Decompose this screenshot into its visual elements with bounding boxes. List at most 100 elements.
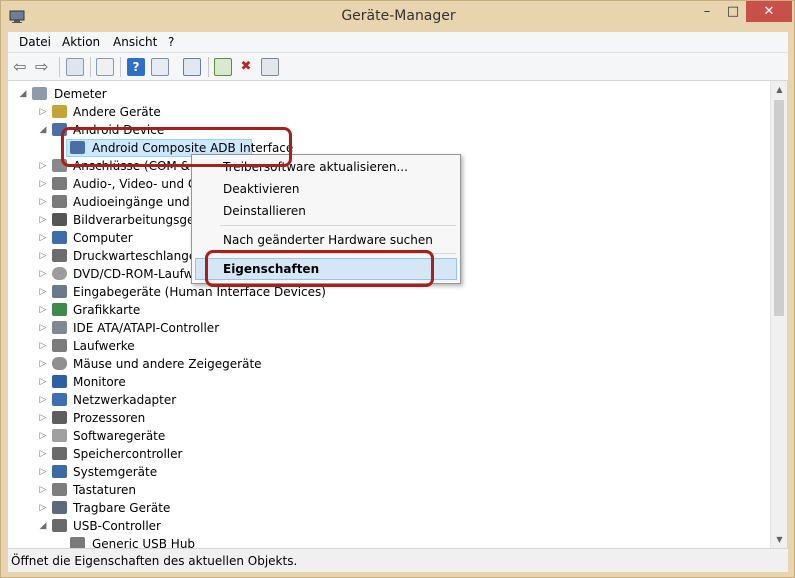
input-device-icon — [52, 285, 67, 298]
menu-ansicht[interactable]: Ansicht — [113, 35, 157, 49]
window-title: Geräte-Manager — [341, 8, 456, 24]
list-view-icon[interactable] — [96, 58, 114, 76]
expand-arrow-icon[interactable]: ▷ — [38, 265, 48, 283]
usb-controller-icon — [52, 519, 67, 532]
expand-arrow-icon[interactable]: ▷ — [38, 301, 48, 319]
camera-icon — [52, 213, 67, 226]
maximize-button[interactable]: □ — [720, 1, 746, 22]
expand-arrow-icon[interactable]: ▷ — [38, 283, 48, 301]
toolbar-separator — [208, 57, 209, 77]
menu-item-uninstall[interactable]: Deinstallieren — [223, 204, 306, 218]
close-button[interactable]: ✕ — [746, 1, 792, 22]
usb-hub-icon — [70, 537, 85, 548]
toolbar-separator — [120, 57, 121, 77]
scan-hardware-icon[interactable] — [183, 58, 201, 76]
menu-item-scan-hardware[interactable]: Nach geänderter Hardware suchen — [223, 233, 433, 247]
tree-item-label: Systemgeräte — [73, 465, 158, 479]
speaker-icon — [52, 177, 67, 190]
tree-item-label: Tragbare Geräte — [73, 501, 171, 515]
tree-item-label: Monitore — [73, 375, 126, 389]
tree-item-label: Softwaregeräte — [73, 429, 166, 443]
menu-datei[interactable]: Datei — [19, 35, 51, 49]
expand-arrow-icon[interactable]: ▷ — [38, 229, 48, 247]
graphics-card-icon — [52, 303, 67, 316]
annotation-marker-properties — [205, 250, 434, 287]
expand-arrow-icon[interactable]: ▷ — [38, 409, 48, 427]
collapse-arrow-icon[interactable]: ◢ — [38, 517, 48, 535]
expand-arrow-icon[interactable]: ▷ — [38, 157, 48, 175]
scroll-down-icon[interactable]: ▼ — [771, 531, 788, 548]
tree-item-label: DVD/CD-ROM-Laufwe — [73, 267, 201, 281]
expand-arrow-icon[interactable]: ▷ — [38, 463, 48, 481]
tree-item-label: Mäuse und andere Zeigegeräte — [73, 357, 262, 371]
uninstall-icon[interactable]: ✖ — [237, 58, 255, 76]
expand-arrow-icon[interactable]: ▷ — [38, 175, 48, 193]
back-arrow-icon[interactable]: ⇦ — [13, 58, 31, 76]
processor-icon — [52, 411, 67, 424]
expand-arrow-icon[interactable]: ▷ — [38, 391, 48, 409]
software-device-icon — [52, 429, 67, 442]
menu-separator — [220, 225, 456, 226]
tree-item-label: USB-Controller — [73, 519, 161, 533]
tree-item-label: Prozessoren — [73, 411, 146, 425]
device-manager-window: Geräte-Manager – □ ✕ Datei Aktion Ansich… — [0, 0, 795, 578]
scroll-thumb[interactable] — [774, 100, 784, 316]
disable-device-icon[interactable] — [261, 58, 279, 76]
mouse-icon — [52, 357, 67, 370]
keyboard-icon — [52, 483, 67, 496]
expand-arrow-icon[interactable]: ▷ — [38, 247, 48, 265]
tree-item-label: Computer — [73, 231, 133, 245]
annotation-marker-device — [61, 127, 292, 167]
tree-item-label: Andere Geräte — [73, 105, 161, 119]
ide-controller-icon — [52, 321, 67, 334]
printer-icon — [52, 249, 67, 262]
portable-device-icon — [52, 501, 67, 514]
disk-drive-icon — [52, 339, 67, 352]
toolbar-separator — [59, 57, 60, 77]
properties-icon[interactable] — [151, 58, 169, 76]
expand-arrow-icon[interactable]: ▷ — [38, 211, 48, 229]
toolbar-separator — [90, 57, 91, 77]
tree-item-label: Audio-, Video- und Ga — [73, 177, 205, 191]
expand-arrow-icon[interactable]: ▷ — [38, 481, 48, 499]
expand-arrow-icon[interactable]: ▷ — [38, 499, 48, 517]
vertical-scrollbar[interactable]: ▲ ▼ — [770, 81, 787, 548]
menu-aktion[interactable]: Aktion — [62, 35, 100, 49]
storage-controller-icon — [52, 447, 67, 460]
tree-item-label: Laufwerke — [73, 339, 135, 353]
menu-help[interactable]: ? — [168, 35, 174, 49]
forward-arrow-icon[interactable]: ⇨ — [35, 58, 53, 76]
tree-item-label: Bildverarbeitungsgerä — [73, 213, 207, 227]
expand-arrow-icon[interactable]: ▷ — [38, 373, 48, 391]
expand-arrow-icon[interactable]: ▷ — [38, 427, 48, 445]
tree-item-label: IDE ATA/ATAPI-Controller — [73, 321, 220, 335]
minimize-button[interactable]: – — [694, 1, 720, 22]
menu-item-disable[interactable]: Deaktivieren — [223, 182, 299, 196]
tree-item-label: Tastaturen — [73, 483, 136, 497]
tree-item-label: Druckwarteschlangen — [73, 249, 204, 263]
collapse-arrow-icon[interactable]: ◢ — [38, 121, 48, 139]
expand-arrow-icon[interactable]: ▷ — [38, 337, 48, 355]
expand-arrow-icon[interactable]: ▷ — [38, 193, 48, 211]
expand-arrow-icon[interactable]: ▷ — [38, 103, 48, 121]
collapse-arrow-icon[interactable]: ◢ — [18, 85, 28, 103]
expand-arrow-icon[interactable]: ▷ — [38, 445, 48, 463]
computer-icon — [52, 231, 67, 244]
show-hide-tree-icon[interactable] — [66, 58, 84, 76]
tree-root-label: Demeter — [54, 87, 107, 101]
toolbar: ⇦ ⇨ ? ✖ — [8, 53, 788, 81]
scroll-up-icon[interactable]: ▲ — [771, 81, 788, 98]
expand-arrow-icon[interactable]: ▷ — [38, 355, 48, 373]
menu-bar: Datei Aktion Ansicht ? — [8, 32, 788, 53]
speaker-icon — [52, 195, 67, 208]
monitor-icon — [52, 375, 67, 388]
update-driver-icon[interactable] — [214, 58, 232, 76]
tree-item-label: Audioeingänge und -a — [73, 195, 206, 209]
tree-item-label: Speichercontroller — [73, 447, 183, 461]
expand-arrow-icon[interactable]: ▷ — [38, 319, 48, 337]
status-bar: Öffnet die Eigenschaften des aktuellen O… — [8, 548, 788, 572]
network-adapter-icon — [52, 393, 67, 406]
help-icon[interactable]: ? — [127, 58, 145, 76]
tree-item-label: Netzwerkadapter — [73, 393, 177, 407]
tree-item-label: Grafikkarte — [73, 303, 141, 317]
